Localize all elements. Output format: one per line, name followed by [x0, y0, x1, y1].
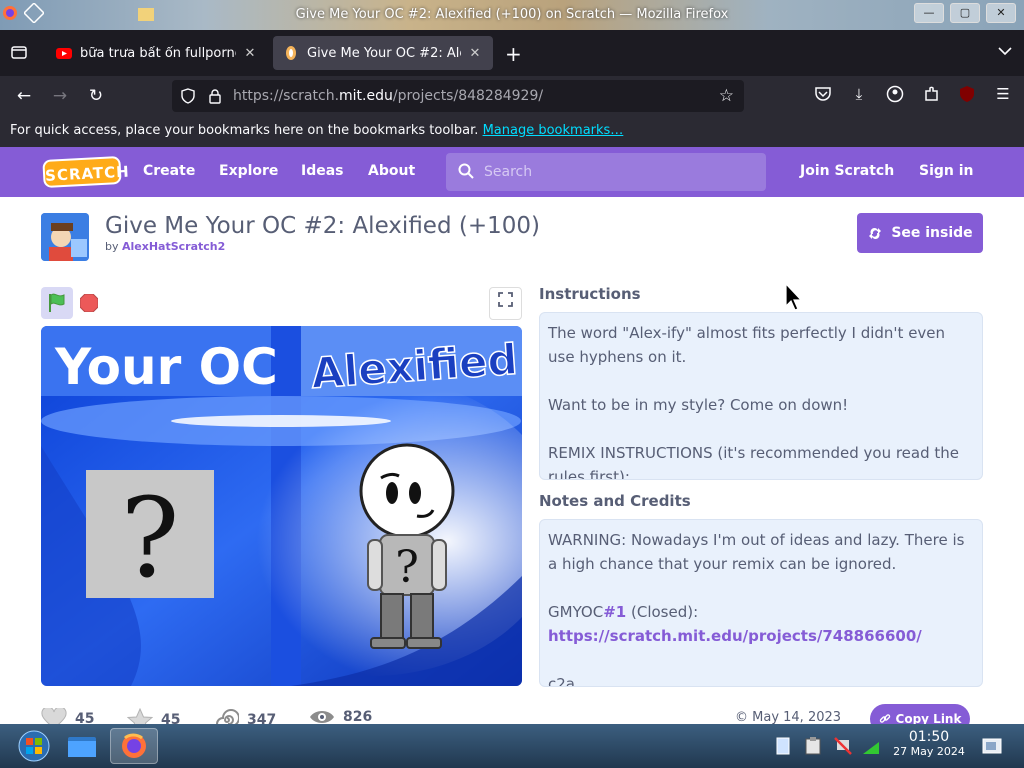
back-icon[interactable]: ← — [13, 85, 35, 107]
bookmarks-toolbar: For quick access, place your bookmarks h… — [0, 116, 1024, 147]
see-inside-label: See inside — [891, 225, 973, 241]
clock-time: 01:50 — [908, 729, 950, 745]
nav-ideas[interactable]: Ideas — [301, 163, 344, 179]
instructions-heading: Instructions — [539, 285, 641, 303]
tab-label: Give Me Your OC #2: Alexified — [307, 45, 461, 61]
notes-gmyoc-line: GMYOC#1 (Closed): https://scratch.mit.ed… — [548, 603, 922, 645]
join-scratch-link[interactable]: Join Scratch — [800, 163, 894, 179]
clock-date: 27 May 2024 — [893, 745, 965, 758]
remix-arrows-icon — [869, 227, 882, 240]
bookmarks-hint: For quick access, place your bookmarks h… — [10, 123, 479, 138]
mouse-cursor-icon — [785, 283, 803, 311]
pocket-icon[interactable] — [814, 85, 832, 105]
tab-label: bữa trưa bất ổn fullporno — [80, 45, 236, 61]
project-author-line: by AlexHatScratch2 — [105, 240, 226, 253]
windows-logo-icon — [18, 730, 50, 762]
extensions-icon[interactable] — [922, 85, 940, 105]
scratch-navbar: SCRATCH Create Explore Ideas About Searc… — [0, 147, 1024, 197]
scratch-favicon — [286, 46, 296, 60]
youtube-icon — [56, 48, 72, 59]
search-placeholder: Search — [484, 164, 533, 180]
maximize-button[interactable]: ▢ — [950, 3, 980, 23]
network-disabled-tray-icon[interactable] — [833, 736, 853, 756]
gmyoc-project-link[interactable]: https://scratch.mit.edu/projects/7488666… — [548, 627, 922, 645]
stage-text-your-oc: Your OC — [54, 338, 278, 396]
window-title: Give Me Your OC #2: Alexified (+100) on … — [295, 7, 729, 22]
ublock-icon[interactable] — [958, 85, 976, 105]
svg-text:?: ? — [395, 542, 419, 593]
manage-bookmarks-link[interactable]: Manage bookmarks… — [483, 123, 624, 138]
author-avatar[interactable] — [41, 213, 89, 261]
notes-warning: WARNING: Nowadays I'm out of ideas and l… — [548, 531, 965, 573]
project-stage[interactable]: Your OC Alexified ? ? — [41, 326, 522, 686]
notes-trailing-text: c2a — [548, 675, 575, 687]
nav-about[interactable]: About — [368, 163, 415, 179]
volume-tray-icon[interactable] — [861, 736, 881, 756]
instructions-paragraph: The word "Alex-ify" almost fits perfectl… — [548, 324, 946, 366]
notes-tray-icon[interactable] — [773, 736, 793, 756]
notes-heading: Notes and Credits — [539, 492, 691, 510]
shield-icon[interactable] — [180, 88, 196, 104]
green-flag-button[interactable] — [41, 287, 73, 319]
show-desktop-icon[interactable] — [980, 734, 1004, 758]
taskbar-clock[interactable]: 01:50 27 May 2024 — [884, 729, 974, 758]
firefox-taskbar-icon[interactable] — [110, 728, 158, 764]
notes-panel[interactable]: WARNING: Nowadays I'm out of ideas and l… — [539, 519, 983, 687]
stop-icon[interactable] — [80, 294, 98, 312]
lock-icon[interactable] — [207, 88, 223, 104]
tab-youtube[interactable]: bữa trưa bất ổn fullporno ✕ — [46, 36, 268, 70]
new-tab-icon[interactable]: + — [505, 42, 522, 66]
instructions-paragraph: REMIX INSTRUCTIONS (it's recommended you… — [548, 444, 960, 480]
start-button[interactable] — [12, 728, 56, 764]
forward-icon[interactable]: → — [49, 85, 71, 107]
search-input[interactable]: Search — [446, 153, 766, 191]
project-stats: 45 45 347 826 © May 14, 2023 Copy Link — [41, 704, 981, 734]
download-icon[interactable]: ⤓ — [850, 85, 868, 105]
nav-create[interactable]: Create — [143, 163, 195, 179]
tab-bar: bữa trưa bất ổn fullporno ✕ Give Me Your… — [0, 30, 1024, 76]
nav-explore[interactable]: Explore — [219, 163, 278, 179]
instructions-paragraph: Want to be in my style? Come on down! — [548, 396, 849, 414]
stage-canvas[interactable]: Your OC Alexified ? ? — [41, 326, 522, 686]
reload-icon[interactable]: ↻ — [85, 85, 107, 107]
search-icon — [458, 163, 474, 179]
scratch-logo[interactable]: SCRATCH — [42, 155, 130, 189]
instructions-panel[interactable]: The word "Alex-ify" almost fits perfectl… — [539, 312, 983, 480]
green-flag-icon — [49, 293, 65, 312]
fullscreen-button[interactable] — [489, 287, 522, 320]
close-tab-icon[interactable]: ✕ — [467, 46, 483, 61]
fullscreen-icon — [498, 292, 513, 307]
list-all-tabs-icon[interactable] — [10, 43, 30, 63]
chevron-down-icon[interactable] — [998, 44, 1012, 60]
project-title: Give Me Your OC #2: Alexified (+100) — [105, 213, 540, 239]
bookmark-star-icon[interactable]: ☆ — [719, 86, 734, 106]
close-tab-icon[interactable]: ✕ — [242, 46, 258, 61]
views-count: 826 — [343, 709, 373, 725]
window-titlebar: Give Me Your OC #2: Alexified (+100) on … — [0, 0, 1024, 30]
tab-scratch-project[interactable]: Give Me Your OC #2: Alexified ✕ — [273, 36, 493, 70]
url-bar[interactable]: https://scratch.mit.edu/projects/8482849… — [172, 80, 744, 112]
close-window-button[interactable]: ✕ — [986, 3, 1016, 23]
clipboard-tray-icon[interactable] — [803, 736, 823, 756]
account-icon[interactable] — [886, 85, 904, 105]
url-text[interactable]: https://scratch.mit.edu/projects/8482849… — [233, 88, 543, 104]
stage-question-mark: ? — [121, 474, 180, 602]
shared-date: © May 14, 2023 — [735, 710, 842, 725]
gmyoc-number-link[interactable]: #1 — [603, 603, 626, 621]
author-link[interactable]: AlexHatScratch2 — [122, 240, 225, 253]
see-inside-button[interactable]: See inside — [857, 213, 983, 253]
sign-in-link[interactable]: Sign in — [919, 163, 974, 179]
file-explorer-taskbar-icon[interactable] — [60, 728, 104, 764]
menu-icon[interactable]: ☰ — [994, 85, 1012, 105]
taskbar: 01:50 27 May 2024 — [0, 724, 1024, 768]
navigation-toolbar: ← → ↻ https://scratch.mit.edu/projects/8… — [0, 76, 1024, 116]
minimize-button[interactable]: — — [914, 3, 944, 23]
